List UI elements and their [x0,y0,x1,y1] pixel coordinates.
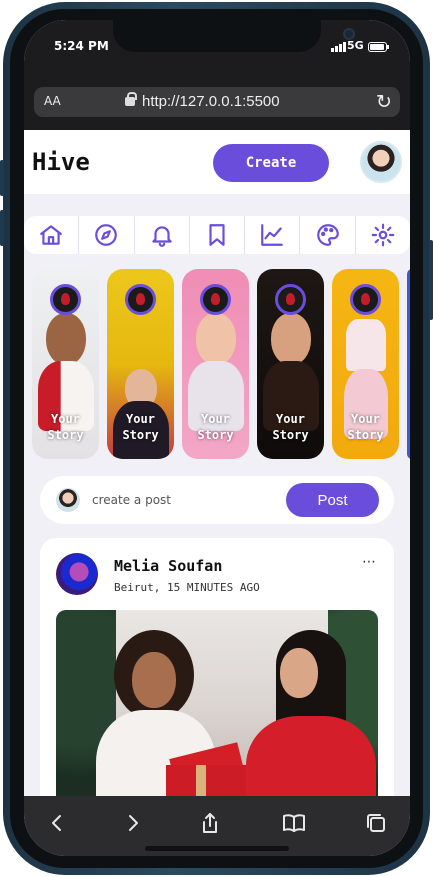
status-bar: 5:24 PM 5G [24,20,410,70]
post-photo[interactable] [56,610,378,796]
story-avatar [200,284,231,315]
author-name[interactable]: Melia Soufan [114,557,222,575]
notch [113,20,355,52]
story-avatar [50,284,81,315]
address-bar[interactable]: AA http://127.0.0.1:5500 ↻ [34,87,400,117]
web-content: Hive Create Your Story Your Story Your S… [24,130,410,796]
nav-home[interactable] [24,216,80,254]
palette-icon [316,224,339,246]
create-button[interactable]: Create [213,144,329,182]
tabs-button[interactable] [359,806,393,840]
reload-icon[interactable]: ↻ [376,91,392,113]
story-label: Your Story [347,412,384,442]
create-post-bar: Post [40,476,394,524]
composer-avatar [56,488,80,512]
app-logo[interactable]: Hive [32,148,90,176]
bell-icon [151,226,172,247]
story-card[interactable]: Your Story [332,269,399,459]
battery-level [370,44,385,50]
nav-settings[interactable] [356,216,410,254]
gear-icon [371,223,395,247]
home-indicator [145,846,289,851]
story-avatar [350,284,381,315]
phone-frame: 5:24 PM 5G AA http://127.0.0.1:5500 ↻ Hi… [0,0,433,877]
nav-analytics[interactable] [245,216,301,254]
status-time: 5:24 PM [54,39,109,53]
chevron-right-icon [129,815,138,831]
photo-person-right [246,630,376,796]
post-meta: Beirut, 15 MINUTES AGO [114,581,260,594]
stories-carousel[interactable]: Your Story Your Story Your Story Your St… [32,269,410,461]
photo-gift [166,765,246,796]
story-card[interactable]: Your Story [32,269,99,459]
share-button[interactable] [193,806,227,840]
story-card[interactable]: Your Story [182,269,249,459]
chevron-left-icon [52,815,61,831]
story-card[interactable]: Your Story [107,269,174,459]
story-image [346,319,386,371]
text-size-button[interactable]: AA [44,94,61,108]
story-label: Your Story [122,412,159,442]
lock-icon [125,92,137,106]
story-label: Your Story [197,412,234,442]
nav-bookmarks[interactable] [190,216,246,254]
signal-icon [331,42,346,52]
author-avatar[interactable] [56,553,98,595]
story-image [271,313,311,365]
network-type: 5G [347,39,364,52]
battery-icon [368,42,389,52]
main-nav [24,216,410,254]
bookmarks-button[interactable] [277,806,311,840]
create-post-input[interactable] [92,488,272,512]
story-card-partial[interactable] [407,269,410,459]
share-icon [203,813,217,833]
profile-avatar[interactable] [360,141,402,183]
chart-icon [261,224,284,246]
story-image [46,313,86,365]
story-label: Your Story [272,412,309,442]
browser-address-area: AA http://127.0.0.1:5500 ↻ [24,70,410,130]
more-options-icon[interactable]: ⋯ [362,554,376,570]
book-icon [283,814,305,832]
forward-button[interactable] [116,806,150,840]
volume-up-button [0,160,4,196]
power-button [429,240,433,320]
bookmark-icon [209,224,225,246]
story-image [196,313,236,365]
nav-explore[interactable] [79,216,135,254]
story-card[interactable]: Your Story [257,269,324,459]
story-avatar [275,284,306,315]
tabs-icon [367,814,385,832]
story-avatar [125,284,156,315]
story-label: Your Story [47,412,84,442]
back-button[interactable] [40,806,74,840]
volume-down-button [0,210,4,246]
screen: 5:24 PM 5G AA http://127.0.0.1:5500 ↻ Hi… [24,20,410,856]
feed-post: Melia Soufan Beirut, 15 MINUTES AGO ⋯ [40,538,394,796]
post-button[interactable]: Post [286,483,379,517]
url-text[interactable]: http://127.0.0.1:5500 [142,93,280,110]
nav-themes[interactable] [300,216,356,254]
compass-icon [95,224,118,246]
app-header: Hive Create [24,130,410,194]
nav-notifications[interactable] [135,216,190,254]
home-icon [40,225,62,245]
